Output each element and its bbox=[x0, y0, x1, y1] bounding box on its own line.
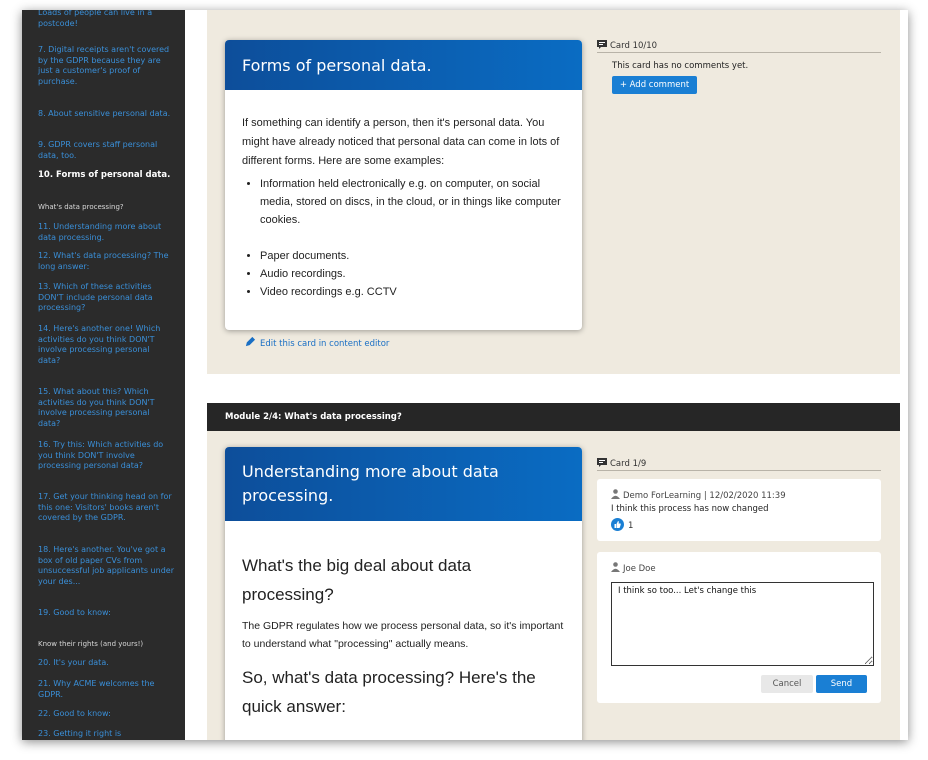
comment-icon bbox=[597, 458, 607, 467]
card-counter-label: Card 1/9 bbox=[610, 459, 647, 469]
card-body: If something can identify a person, then… bbox=[242, 114, 567, 301]
reply-author-row: Joe Doe bbox=[611, 562, 656, 574]
sidebar-item-8[interactable]: 8. About sensitive personal data. bbox=[38, 109, 174, 120]
sidebar-item-15[interactable]: 15. What about this? Which activities do… bbox=[38, 387, 174, 429]
list-item: Video recordings e.g. CCTV bbox=[260, 283, 567, 301]
sidebar-item-14[interactable]: 14. Here's another one! Which activities… bbox=[38, 324, 174, 366]
sidebar-item-23[interactable]: 23. Getting it right is bbox=[38, 729, 174, 740]
module-title: Module 2/4: What's data processing? bbox=[225, 412, 402, 422]
card-title: Understanding more about data processing… bbox=[242, 462, 499, 505]
card-heading-1: What's the big deal about data processin… bbox=[242, 556, 472, 604]
cancel-button[interactable]: Cancel bbox=[761, 675, 813, 693]
divider bbox=[597, 470, 881, 471]
sidebar-item-11[interactable]: 11. Understanding more about data proces… bbox=[38, 222, 174, 243]
sidebar-item-10-active[interactable]: 10. Forms of personal data. bbox=[38, 170, 174, 181]
edit-card-label: Edit this card in content editor bbox=[260, 339, 390, 349]
list-item: Information held electronically e.g. on … bbox=[260, 175, 567, 229]
edit-card-link[interactable]: Edit this card in content editor bbox=[245, 336, 389, 349]
sidebar-item-22[interactable]: 22. Good to know: bbox=[38, 709, 174, 720]
examples-list-b: Paper documents. Audio recordings. Video… bbox=[242, 247, 567, 301]
card-heading-2: So, what's data processing? Here's the q… bbox=[242, 668, 536, 716]
sidebar-nav: Loads of people can live in a postcode! … bbox=[22, 10, 185, 740]
comment-icon bbox=[597, 40, 607, 49]
divider bbox=[597, 52, 881, 53]
sidebar-item-12[interactable]: 12. What's data processing? The long ans… bbox=[38, 251, 174, 272]
sidebar-section-data-processing: What's data processing? bbox=[38, 203, 124, 211]
reply-card: Joe Doe I think so too... Let's change t… bbox=[597, 552, 881, 703]
list-item: Audio recordings. bbox=[260, 265, 567, 283]
card-header: Forms of personal data. bbox=[225, 40, 582, 90]
reply-textarea[interactable]: I think so too... Let's change this bbox=[611, 582, 874, 666]
sidebar-item-19[interactable]: 19. Good to know: bbox=[38, 608, 174, 619]
no-comments-text: This card has no comments yet. bbox=[612, 61, 749, 71]
sidebar-item-16[interactable]: 16. Try this: Which activities do you th… bbox=[38, 440, 174, 472]
sidebar-item-7[interactable]: 7. Digital receipts aren't covered by th… bbox=[38, 45, 174, 87]
thumbs-up-icon[interactable] bbox=[611, 518, 624, 531]
sidebar-gutter bbox=[185, 10, 207, 740]
sidebar-item-13[interactable]: 13. Which of these activities DON'T incl… bbox=[38, 282, 174, 314]
sidebar-item-20[interactable]: 20. It's your data. bbox=[38, 658, 174, 669]
card-header: Understanding more about data processing… bbox=[225, 447, 582, 521]
user-icon bbox=[611, 562, 620, 572]
card-panel-1: Understanding more about data processing… bbox=[207, 431, 900, 740]
card-panel-10: Forms of personal data. If something can… bbox=[207, 10, 900, 374]
add-comment-button[interactable]: + Add comment bbox=[612, 76, 697, 94]
card-counter: Card 10/10 bbox=[597, 40, 657, 51]
module-header: Module 2/4: What's data processing? bbox=[207, 403, 900, 431]
content-card-forms: Forms of personal data. If something can… bbox=[225, 40, 582, 330]
user-icon bbox=[611, 489, 620, 499]
comment-text: I think this process has now changed bbox=[611, 504, 769, 514]
like-row[interactable]: 1 bbox=[611, 518, 633, 531]
comment-author: Demo ForLearning | 12/02/2020 11:39 bbox=[623, 491, 786, 501]
card-intro-text: If something can identify a person, then… bbox=[242, 117, 560, 167]
sidebar-item-9[interactable]: 9. GDPR covers staff personal data, too. bbox=[38, 140, 174, 161]
card-title: Forms of personal data. bbox=[242, 56, 432, 75]
reply-author: Joe Doe bbox=[623, 564, 656, 574]
sidebar-section-rights: Know their rights (and yours!) bbox=[38, 640, 144, 648]
sidebar-item-18[interactable]: 18. Here's another. You've got a box of … bbox=[38, 545, 174, 587]
app-window: Loads of people can live in a postcode! … bbox=[22, 10, 908, 740]
card-body: What's the big deal about data processin… bbox=[242, 551, 567, 721]
comment-author-row: Demo ForLearning | 12/02/2020 11:39 bbox=[611, 489, 786, 501]
sidebar-item-17[interactable]: 17. Get your thinking head on for this o… bbox=[38, 492, 174, 524]
content-card-data-processing: Understanding more about data processing… bbox=[225, 447, 582, 740]
list-item: Paper documents. bbox=[260, 247, 567, 265]
send-button[interactable]: Send bbox=[816, 675, 867, 693]
examples-list-a: Information held electronically e.g. on … bbox=[242, 175, 567, 229]
main-content: Forms of personal data. If something can… bbox=[207, 10, 908, 740]
like-count: 1 bbox=[628, 521, 634, 531]
comment-card: Demo ForLearning | 12/02/2020 11:39 I th… bbox=[597, 479, 881, 541]
card-paragraph: The GDPR regulates how we process person… bbox=[242, 620, 564, 650]
sidebar-item-21[interactable]: 21. Why ACME welcomes the GDPR. bbox=[38, 679, 174, 700]
card-counter: Card 1/9 bbox=[597, 458, 646, 469]
pencil-icon bbox=[245, 336, 256, 347]
card-counter-label: Card 10/10 bbox=[610, 41, 658, 51]
sidebar-item-postcode[interactable]: Loads of people can live in a postcode! bbox=[38, 10, 174, 29]
